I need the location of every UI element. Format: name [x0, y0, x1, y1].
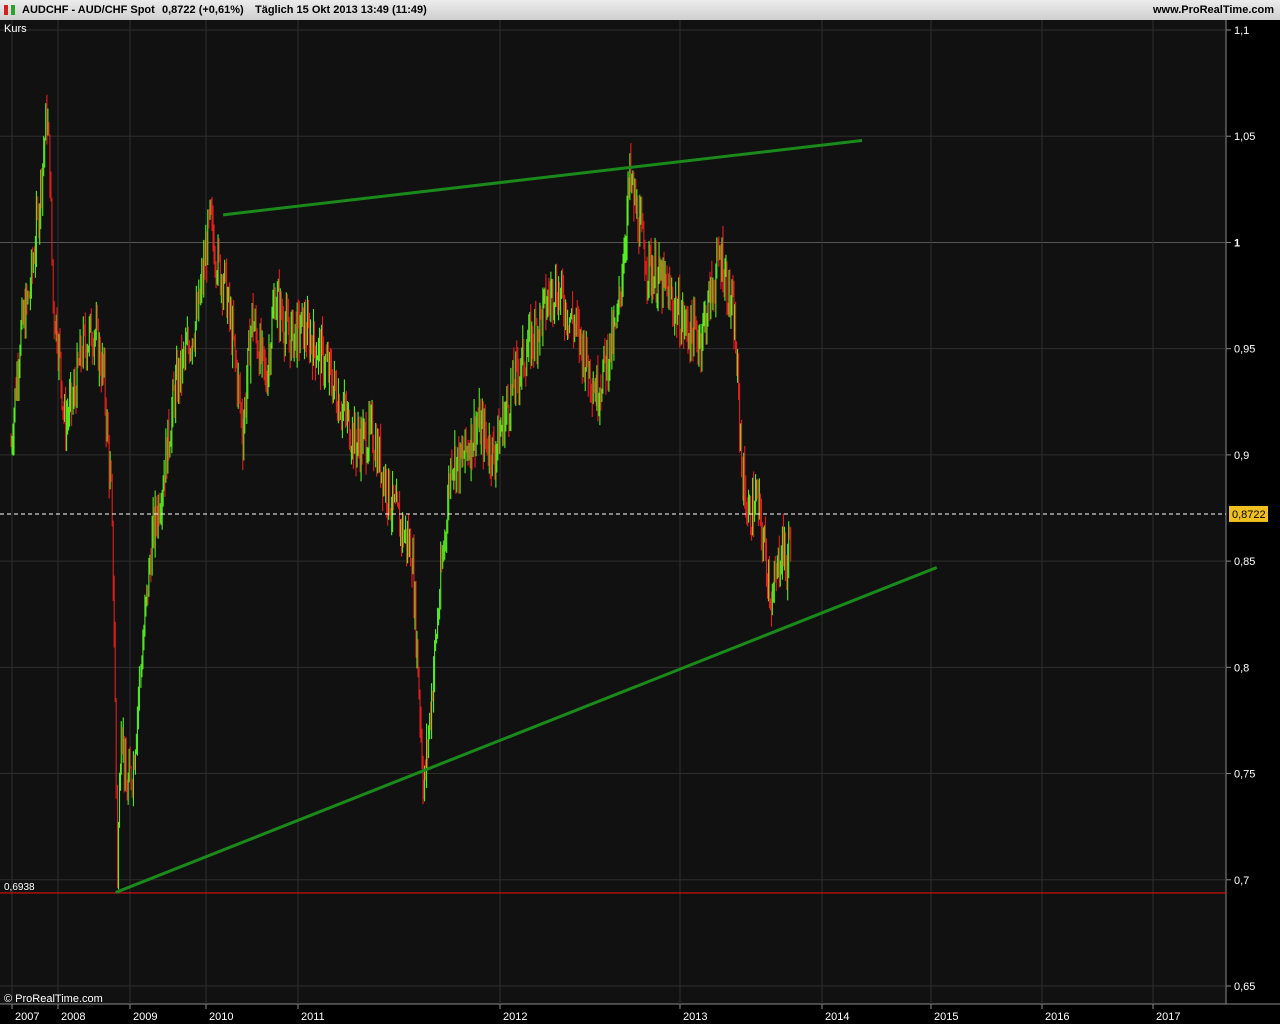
copyright-text: © ProRealTime.com	[4, 993, 103, 1005]
header-bar: AUDCHF - AUD/CHF Spot 0,8722 (+0,61%) Tä…	[0, 0, 1280, 21]
website-link[interactable]: www.ProRealTime.com	[1153, 4, 1274, 16]
x-tick-label: 2012	[503, 1011, 527, 1023]
instrument-title: AUDCHF - AUD/CHF Spot	[22, 4, 155, 16]
y-tick-label: 0,65	[1234, 981, 1255, 993]
x-tick-label: 2007	[15, 1011, 39, 1023]
panel-label: Kurs	[4, 23, 27, 35]
y-tick-label: 1	[1234, 237, 1240, 249]
x-tick-label: 2013	[683, 1011, 707, 1023]
current-price-label: 0,8722	[1232, 509, 1266, 521]
x-tick-label: 2015	[934, 1011, 958, 1023]
x-tick-label: 2016	[1045, 1011, 1069, 1023]
up-bar-icon	[11, 5, 15, 15]
price-chart: 1,1 1,05 1 0,95 0,9 0,85 0,8 0,75 0,7 0,65 2007 20…	[0, 20, 1280, 1024]
x-tick-label: 2017	[1156, 1011, 1180, 1023]
y-tick-label: 1,1	[1234, 25, 1249, 37]
x-tick-label: 2014	[825, 1011, 849, 1023]
support-level-label: 0,6938	[4, 882, 35, 893]
x-axis-panel	[0, 1004, 1280, 1024]
y-tick-label: 0,8	[1234, 662, 1249, 674]
y-tick-label: 0,75	[1234, 769, 1255, 781]
x-tick-label: 2008	[61, 1011, 85, 1023]
y-tick-label: 0,7	[1234, 875, 1249, 887]
y-tick-label: 1,05	[1234, 131, 1255, 143]
price-change: 0,8722 (+0,61%)	[162, 4, 244, 16]
down-bar-icon	[4, 5, 8, 15]
y-tick-label: 0,95	[1234, 344, 1255, 356]
period-time: Täglich 15 Okt 2013 13:49 (11:49)	[255, 4, 427, 16]
x-tick-label: 2011	[301, 1011, 325, 1023]
x-tick-label: 2009	[133, 1011, 157, 1023]
x-tick-label: 2010	[209, 1011, 233, 1023]
y-tick-label: 0,85	[1234, 556, 1255, 568]
y-tick-label: 0,9	[1234, 450, 1249, 462]
